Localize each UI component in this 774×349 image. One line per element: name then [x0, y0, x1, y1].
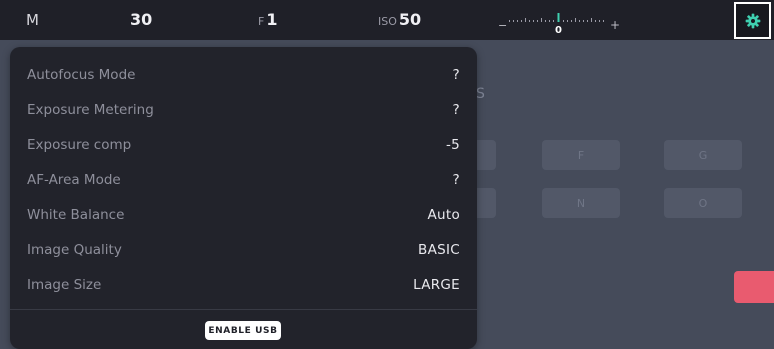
iso-value: 50 [398, 10, 422, 29]
setting-row-white-balance[interactable]: White Balance Auto [27, 197, 460, 232]
red-action-button[interactable] [734, 271, 774, 303]
setting-value: ? [452, 101, 460, 118]
background-key-f[interactable]: F [542, 140, 620, 170]
setting-value: ? [452, 66, 460, 83]
setting-row-autofocus-mode[interactable]: Autofocus Mode ? [27, 57, 460, 92]
background-key[interactable] [476, 140, 496, 170]
setting-row-exposure-comp[interactable]: Exposure comp -5 [27, 127, 460, 162]
setting-row-exposure-metering[interactable]: Exposure Metering ? [27, 92, 460, 127]
setting-label: Exposure Metering [27, 101, 154, 118]
exposure-scale-ticks [509, 18, 604, 22]
setting-row-image-size[interactable]: Image Size LARGE [27, 267, 460, 302]
exposure-indicator [557, 13, 560, 22]
background-label-fragment: S [476, 86, 485, 102]
setting-label: Image Quality [27, 241, 122, 258]
shutter-speed[interactable]: 30 [130, 0, 152, 40]
background-key[interactable] [476, 188, 496, 218]
setting-label: Autofocus Mode [27, 66, 136, 83]
setting-label: AF-Area Mode [27, 171, 121, 188]
background-key-n[interactable]: N [542, 188, 620, 218]
iso-display[interactable]: ISO 50 [378, 0, 421, 40]
camera-status-bar: M 30 F1 ISO 50 − 0 + [0, 0, 774, 40]
settings-button[interactable] [734, 2, 771, 39]
aperture-display[interactable]: F1 [258, 0, 277, 40]
setting-row-af-area-mode[interactable]: AF-Area Mode ? [27, 162, 460, 197]
setting-row-image-quality[interactable]: Image Quality BASIC [27, 232, 460, 267]
gear-icon [745, 13, 760, 28]
camera-settings-panel: Autofocus Mode ? Exposure Metering ? Exp… [10, 47, 477, 349]
setting-label: Exposure comp [27, 136, 132, 153]
iso-prefix: ISO [378, 15, 397, 28]
setting-value: -5 [445, 136, 460, 153]
exposure-scale-minus: − [498, 19, 507, 32]
setting-value: ? [452, 171, 460, 188]
setting-label: Image Size [27, 276, 102, 293]
panel-divider [10, 309, 477, 310]
setting-value: LARGE [413, 276, 460, 293]
exposure-scale-plus: + [610, 18, 620, 32]
exposure-mode[interactable]: M [26, 0, 39, 40]
background-key-o[interactable]: O [664, 188, 742, 218]
setting-value: BASIC [418, 241, 460, 258]
setting-label: White Balance [27, 206, 125, 223]
aperture-value: 1 [266, 10, 278, 29]
background-key-g[interactable]: G [664, 140, 742, 170]
aperture-prefix: F [258, 15, 265, 28]
setting-value: Auto [427, 206, 460, 223]
enable-usb-button[interactable]: ENABLE USB [205, 321, 281, 340]
exposure-scale[interactable]: − 0 + [497, 8, 625, 34]
exposure-scale-zero: 0 [555, 25, 562, 34]
